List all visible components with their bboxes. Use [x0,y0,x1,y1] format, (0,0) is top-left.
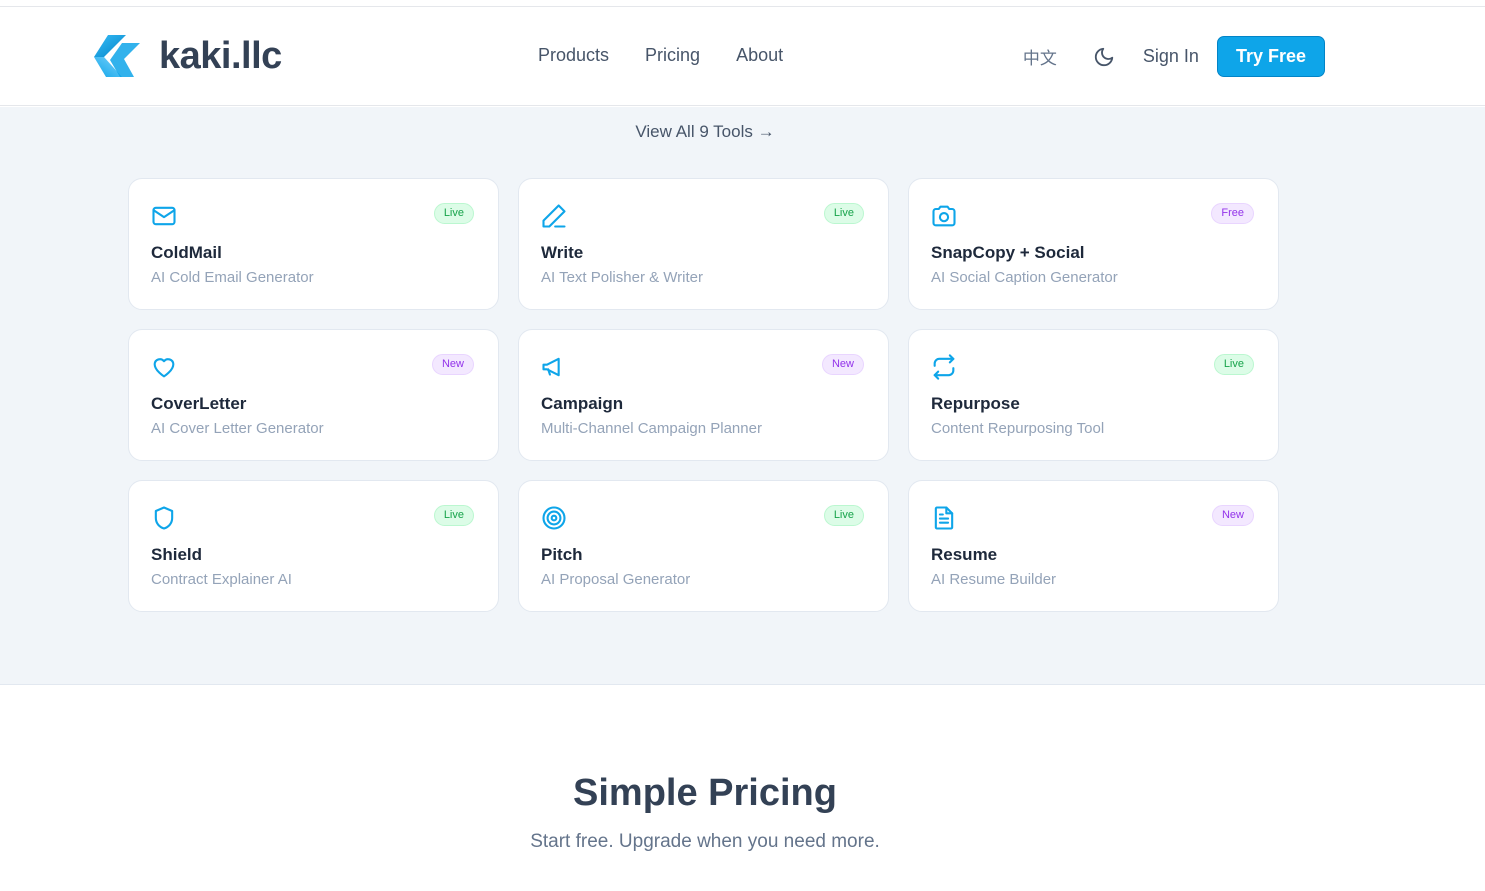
tool-subtitle: AI Cold Email Generator [151,269,314,286]
brand-name: kaki.llc [159,34,282,77]
status-badge: Live [433,505,474,526]
theme-toggle-button[interactable] [1091,44,1117,70]
status-badge: New [431,354,474,375]
tool-card-resume[interactable]: New Resume AI Resume Builder [908,480,1279,612]
document-icon [930,504,958,532]
language-switch[interactable]: 中文 [1023,44,1057,69]
tool-subtitle: AI Social Caption Generator [931,269,1118,286]
try-free-button[interactable]: Try Free [1216,36,1325,77]
pen-icon [540,202,568,230]
status-badge: Live [823,505,864,526]
nav-about[interactable]: About [736,45,783,66]
brand-logo[interactable]: kaki.llc [86,33,282,79]
pricing-subtitle: Start free. Upgrade when you need more. [530,831,880,852]
tool-subtitle: AI Resume Builder [931,571,1057,588]
tools-grid: Live ColdMail AI Cold Email Generator Li… [128,178,1279,612]
status-badge: New [821,354,864,375]
view-all-tools-link[interactable]: View All 9 Tools → [0,122,1410,142]
tool-title: CoverLetter [151,394,247,413]
tools-section: View All 9 Tools → Live ColdMail AI Cold… [0,107,1485,685]
site-header: kaki.llc Products Pricing About 中文 Sign … [0,7,1485,106]
tool-subtitle: AI Text Polisher & Writer [541,269,703,286]
pricing-title: Simple Pricing [573,772,837,814]
tool-title: SnapCopy + Social [931,243,1085,262]
tool-card-repurpose[interactable]: Live Repurpose Content Repurposing Tool [908,329,1279,461]
tool-title: Write [541,243,584,262]
tool-subtitle: AI Proposal Generator [541,571,691,588]
tool-title: Pitch [541,545,583,564]
tool-title: Campaign [541,394,624,413]
kaki-logo-icon [94,35,140,77]
shield-icon [150,504,178,532]
status-badge: New [1211,505,1254,526]
tool-subtitle: AI Cover Letter Generator [151,420,324,437]
sign-in-link[interactable]: Sign In [1143,46,1199,67]
tool-title: Shield [151,545,203,564]
target-icon [540,504,568,532]
tool-card-shield[interactable]: Live Shield Contract Explainer AI [128,480,499,612]
camera-icon [930,202,958,230]
tool-card-campaign[interactable]: New Campaign Multi-Channel Campaign Plan… [518,329,889,461]
tool-subtitle: Multi-Channel Campaign Planner [541,420,762,437]
header-actions: 中文 Sign In Try Free [1023,36,1325,77]
status-badge: Live [433,203,474,224]
moon-icon [1094,47,1114,66]
status-badge: Live [823,203,864,224]
nav-products[interactable]: Products [538,45,609,66]
heart-icon [150,353,178,381]
mail-icon [150,202,178,230]
tool-card-snapcopy[interactable]: Free SnapCopy + Social AI Social Caption… [908,178,1279,310]
tool-subtitle: Contract Explainer AI [151,571,292,588]
status-badge: Live [1213,354,1254,375]
status-badge: Free [1211,203,1254,224]
tool-title: ColdMail [151,243,222,262]
tool-card-coldmail[interactable]: Live ColdMail AI Cold Email Generator [128,178,499,310]
tool-subtitle: Content Repurposing Tool [931,420,1105,437]
tool-card-pitch[interactable]: Live Pitch AI Proposal Generator [518,480,889,612]
tool-card-write[interactable]: Live Write AI Text Polisher & Writer [518,178,889,310]
nav-pricing[interactable]: Pricing [645,45,700,66]
tool-card-coverletter[interactable]: New CoverLetter AI Cover Letter Generato… [128,329,499,461]
repeat-icon [930,353,958,381]
tool-title: Resume [931,545,998,564]
tool-title: Repurpose [931,394,1020,413]
megaphone-icon [540,353,568,381]
main-nav: Products Pricing About [538,45,783,66]
